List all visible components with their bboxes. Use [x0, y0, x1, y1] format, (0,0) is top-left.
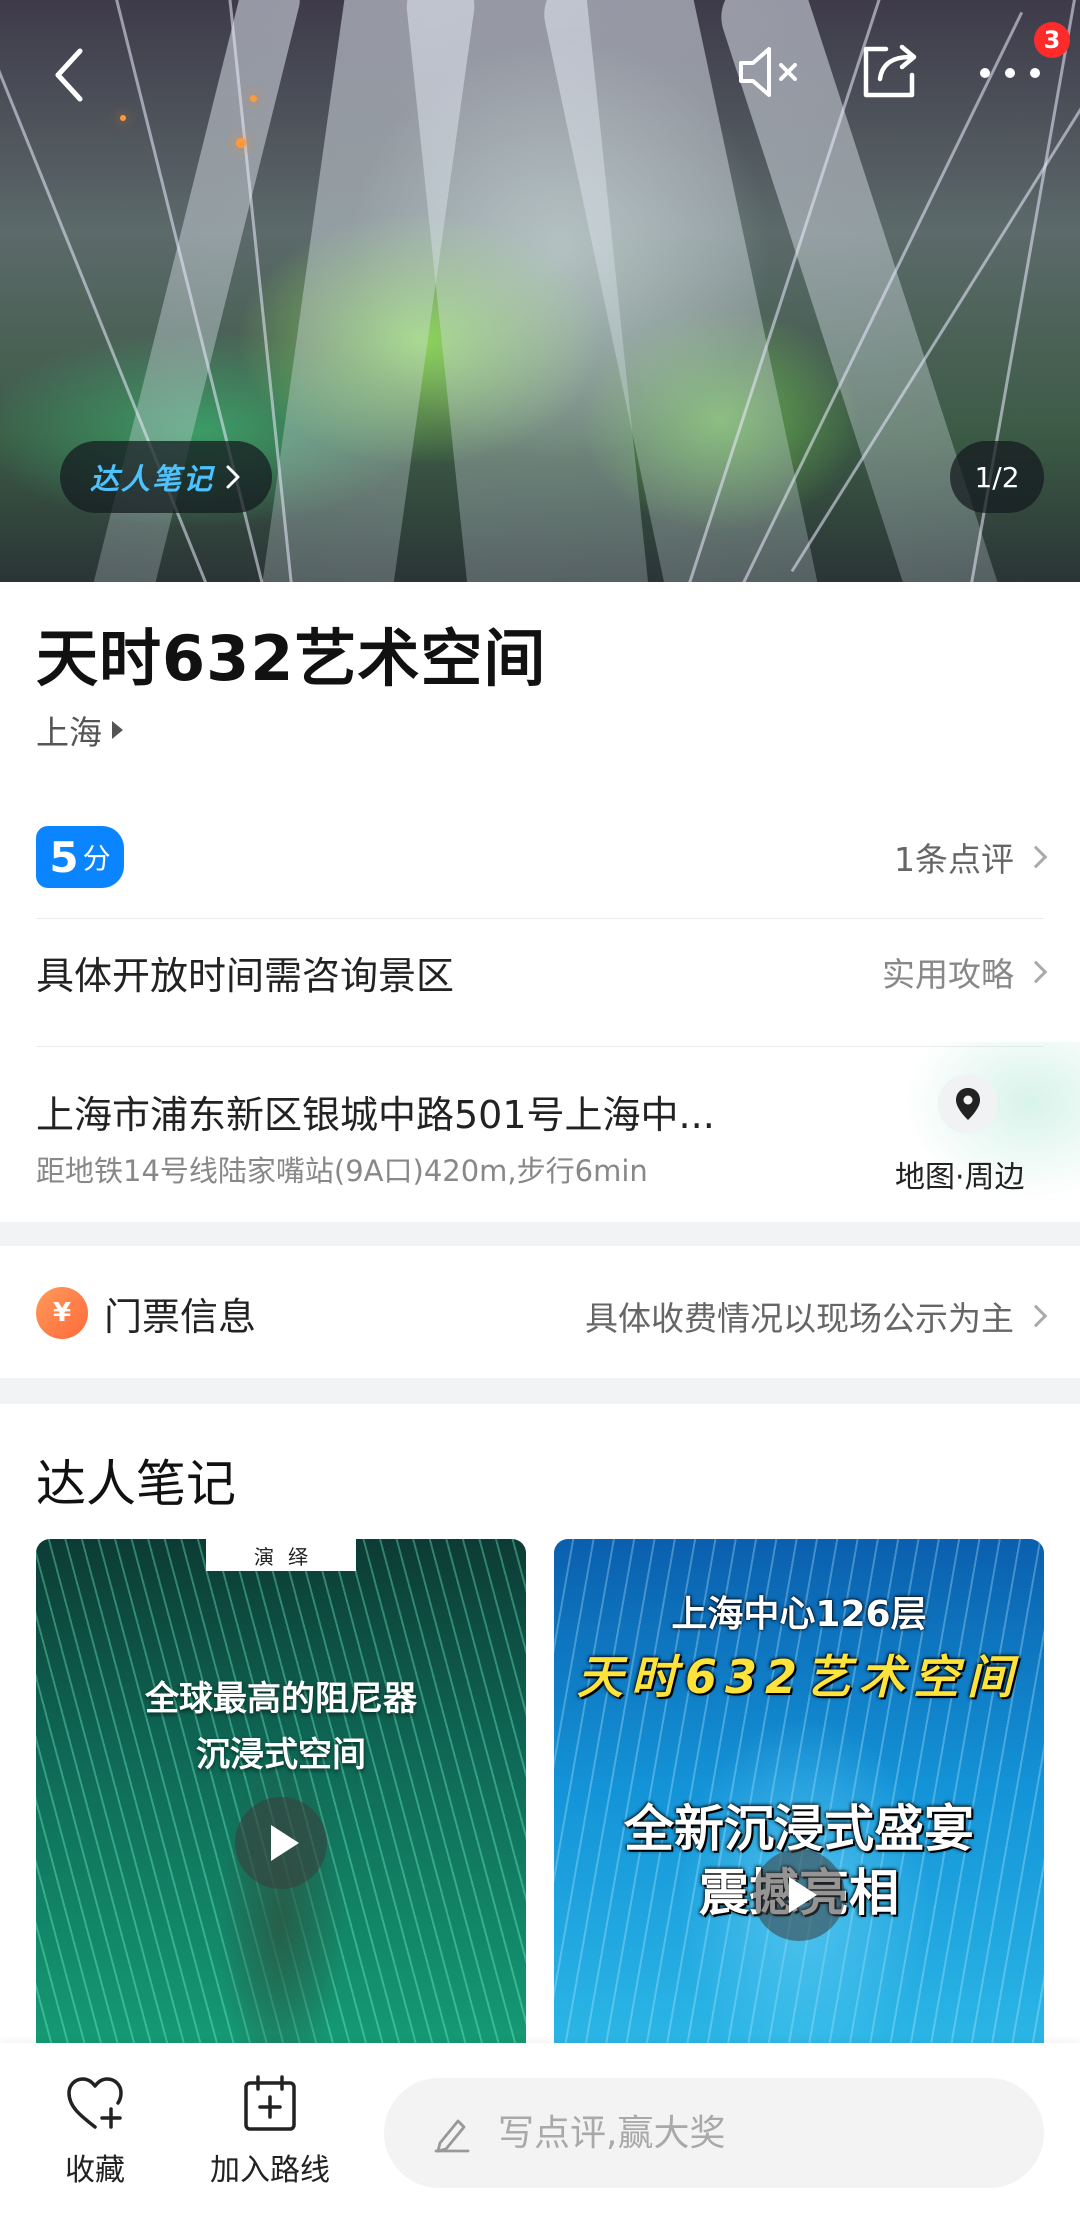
share-icon — [863, 44, 917, 98]
notification-badge: 3 — [1034, 22, 1070, 58]
address-text[interactable]: 上海市浦东新区银城中路501号上海中... — [36, 1084, 796, 1139]
guide-link-label: 实用攻略 — [882, 955, 1014, 994]
hero-light-orb — [250, 95, 257, 102]
guide-link[interactable]: 实用攻略 — [882, 948, 1048, 996]
speaker-muted-icon — [739, 47, 797, 97]
note-caption-line: 天时632艺术空间 — [576, 1650, 1022, 1704]
mute-button[interactable] — [730, 36, 810, 108]
play-icon — [271, 1825, 299, 1861]
add-route-label: 加入路线 — [210, 2153, 330, 2188]
calendar-plus-icon — [244, 2075, 296, 2131]
rating-row[interactable]: 5 分 1条点评 — [36, 822, 1048, 892]
section-title: 达人笔记 — [36, 1455, 236, 1513]
play-button[interactable] — [753, 1849, 845, 1941]
map-nearby-label[interactable]: 地图·周边 — [895, 1152, 1025, 1196]
score-unit: 分 — [82, 842, 111, 875]
score-badge: 5 分 — [36, 826, 124, 888]
note-card[interactable]: 演绎 全球最高的阻尼器 沉浸式空间 — [36, 1539, 526, 2044]
daren-notes-section: 达人笔记 演绎 全球最高的阻尼器 沉浸式空间 上海中心126层 天时632艺术空… — [0, 1404, 1080, 2044]
caret-right-icon — [112, 721, 123, 739]
more-menu-button[interactable] — [970, 48, 1050, 98]
back-button[interactable] — [40, 40, 100, 110]
share-button[interactable] — [852, 34, 928, 108]
map-button[interactable] — [938, 1074, 998, 1134]
back-arrow-icon — [55, 48, 83, 102]
poi-detail-page: 3 达人笔记 1/2 天时632艺术空间 上海 5 分 1条点评 具体开放时间需… — [0, 0, 1080, 2221]
note-caption-line: 全球最高的阻尼器 — [145, 1679, 417, 1719]
chevron-right-icon — [1024, 960, 1048, 984]
bottom-action-bar: 收藏 加入路线 — [0, 2043, 1080, 2221]
reviews-count: 1条点评 — [894, 840, 1014, 879]
media-counter: 1/2 — [950, 441, 1044, 513]
note-card[interactable]: 上海中心126层 天时632艺术空间 全新沉浸式盛宴 震撼亮相 — [554, 1539, 1044, 2044]
play-button[interactable] — [235, 1797, 327, 1889]
heart-plus-icon — [67, 2077, 123, 2129]
poi-info-card: 天时632艺术空间 上海 5 分 1条点评 具体开放时间需咨询景区 实用攻略 上… — [0, 582, 1080, 1222]
metro-distance: 距地铁14号线陆家嘴站(9A口)420m,步行6min — [36, 1154, 648, 1188]
hours-row[interactable]: 具体开放时间需咨询景区 实用攻略 — [36, 932, 1048, 1012]
chevron-right-icon — [1024, 845, 1048, 869]
note-caption-line: 上海中心126层 — [671, 1594, 927, 1635]
page-title: 天时632艺术空间 — [36, 622, 547, 695]
note-caption-line: 沉浸式空间 — [196, 1735, 366, 1775]
add-route-button[interactable]: 加入路线 — [200, 2073, 340, 2189]
review-input[interactable] — [498, 2112, 978, 2154]
favorite-button[interactable]: 收藏 — [50, 2073, 140, 2189]
opening-hours: 具体开放时间需咨询景区 — [36, 953, 455, 998]
note-tag: 演绎 — [206, 1539, 356, 1571]
daren-notes-pill[interactable]: 达人笔记 — [60, 441, 272, 513]
chevron-right-icon — [1024, 1304, 1048, 1328]
divider — [36, 918, 1044, 919]
hero-light-orb — [236, 138, 246, 148]
ticket-title: 门票信息 — [104, 1295, 257, 1339]
ticket-detail: 具体收费情况以现场公示为主 — [585, 1299, 1014, 1338]
reviews-link[interactable]: 1条点评 — [894, 833, 1048, 881]
ticket-info-row[interactable]: ¥ 门票信息 具体收费情况以现场公示为主 — [0, 1246, 1080, 1378]
chevron-right-icon — [226, 465, 240, 489]
city-label: 上海 — [36, 713, 102, 752]
location-pin-icon — [956, 1088, 980, 1120]
pencil-icon — [434, 2119, 470, 2153]
play-icon — [789, 1877, 817, 1913]
score-value: 5 — [49, 832, 79, 882]
more-dots-icon — [980, 68, 1040, 78]
city-selector[interactable]: 上海 — [36, 706, 123, 754]
daren-pill-label: 达人笔记 — [89, 462, 214, 496]
ticket-detail-link[interactable]: 具体收费情况以现场公示为主 — [585, 1292, 1048, 1340]
favorite-label: 收藏 — [65, 2153, 125, 2188]
yen-ticket-icon: ¥ — [36, 1287, 88, 1339]
write-review-box[interactable] — [384, 2078, 1044, 2188]
hero-light-orb — [120, 115, 126, 121]
